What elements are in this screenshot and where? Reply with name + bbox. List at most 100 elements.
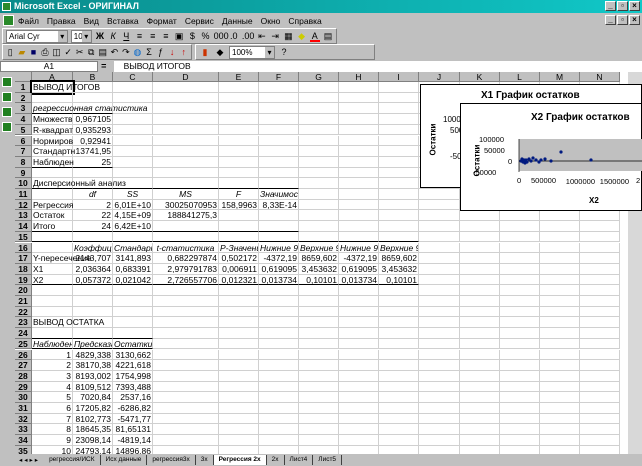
tab-scroll-buttons[interactable]: ◂◂▸▸ (15, 456, 44, 464)
cell-I27[interactable] (379, 360, 419, 371)
cell-K31[interactable] (460, 403, 500, 414)
cell-I33[interactable] (379, 424, 419, 436)
cell-N34[interactable] (580, 435, 620, 446)
cell-M25[interactable] (540, 338, 580, 350)
cell-A5[interactable]: R-квадрат (32, 124, 73, 136)
column-header[interactable]: N (580, 72, 620, 82)
cell-F7[interactable] (259, 146, 299, 157)
column-header[interactable]: L (500, 72, 540, 82)
cell-K15[interactable] (460, 231, 500, 243)
cell-N19[interactable] (580, 274, 620, 286)
cell-N17[interactable] (580, 253, 620, 264)
cell-H35[interactable] (339, 445, 379, 454)
cell-C23[interactable] (113, 317, 153, 329)
cell-G15[interactable] (299, 231, 339, 243)
cell-I13[interactable] (379, 210, 419, 222)
cell-E20[interactable] (219, 285, 259, 296)
currency-icon[interactable]: $ (187, 30, 197, 42)
cell-D31[interactable] (153, 403, 219, 414)
cell-J33[interactable] (419, 424, 460, 436)
cell-K23[interactable] (460, 317, 500, 329)
cell-H23[interactable] (339, 317, 379, 329)
cell-C29[interactable]: 7393,488 (113, 381, 153, 393)
cell-C10[interactable] (113, 178, 153, 189)
borders-icon[interactable]: ▦ (283, 30, 293, 42)
cell-H16[interactable]: Нижние 95,0% (339, 242, 379, 254)
cell-C16[interactable]: Стандартная ошибка (113, 242, 153, 254)
row-header[interactable]: 6 (15, 135, 32, 147)
cell-H32[interactable] (339, 413, 379, 425)
cell-E6[interactable] (219, 135, 259, 147)
cell-H24[interactable] (339, 328, 379, 339)
cell-H7[interactable] (339, 146, 379, 157)
cell-B6[interactable]: 0,92941 (73, 135, 113, 147)
cell-N35[interactable] (580, 445, 620, 454)
cell-I11[interactable] (379, 189, 419, 200)
cell-F1[interactable] (259, 82, 299, 93)
cell-B7[interactable]: 13741,95 (73, 146, 113, 157)
cell-I32[interactable] (379, 413, 419, 425)
cell-C9[interactable] (113, 167, 153, 179)
cell-H11[interactable] (339, 189, 379, 200)
row-header[interactable]: 27 (15, 360, 32, 371)
tool-icon[interactable] (2, 107, 12, 117)
row-header[interactable]: 35 (15, 445, 32, 454)
cell-E35[interactable] (219, 445, 259, 454)
cell-E9[interactable] (219, 167, 259, 179)
cell-A21[interactable] (32, 296, 73, 307)
cell-F34[interactable] (259, 435, 299, 446)
cell-B9[interactable] (73, 167, 113, 179)
cell-G1[interactable] (299, 82, 339, 93)
cell-D9[interactable] (153, 167, 219, 179)
cell-D28[interactable] (153, 370, 219, 382)
cell-F3[interactable] (259, 103, 299, 115)
cell-J19[interactable] (419, 274, 460, 286)
cell-E8[interactable] (219, 156, 259, 168)
cell-G27[interactable] (299, 360, 339, 371)
cell-D22[interactable] (153, 306, 219, 318)
cell-B17[interactable]: 2143,707 (73, 253, 113, 264)
cell-B3[interactable] (73, 103, 113, 115)
cell-C33[interactable]: 81,65131 (113, 424, 153, 436)
menu-item[interactable]: Справка (288, 16, 321, 26)
cell-D19[interactable]: 2,726557706 (153, 274, 219, 286)
cell-M14[interactable] (540, 221, 580, 232)
cell-A25[interactable]: Наблюдение (32, 338, 73, 350)
align-left-icon[interactable]: ≡ (134, 30, 144, 42)
cell-E26[interactable] (219, 349, 259, 361)
cell-F33[interactable] (259, 424, 299, 436)
cell-A9[interactable] (32, 167, 73, 179)
cell-C24[interactable] (113, 328, 153, 339)
help-icon[interactable]: ? (278, 46, 290, 58)
cell-M34[interactable] (540, 435, 580, 446)
cell-N21[interactable] (580, 296, 620, 307)
cell-N29[interactable] (580, 381, 620, 393)
cell-E5[interactable] (219, 124, 259, 136)
row-header[interactable]: 15 (15, 231, 32, 243)
cell-B16[interactable]: Коэффициенты (73, 242, 113, 254)
menu-item[interactable]: Формат (147, 16, 177, 26)
cell-D13[interactable]: 188841275,3 (153, 210, 219, 222)
row-header[interactable]: 7 (15, 146, 32, 157)
cell-G19[interactable]: 0,10101 (299, 274, 339, 286)
cell-H27[interactable] (339, 360, 379, 371)
cell-N26[interactable] (580, 349, 620, 361)
cell-I8[interactable] (379, 156, 419, 168)
cell-H15[interactable] (339, 231, 379, 243)
menu-item[interactable]: Данные (222, 16, 253, 26)
cell-J18[interactable] (419, 263, 460, 275)
cell-F6[interactable] (259, 135, 299, 147)
cell-J34[interactable] (419, 435, 460, 446)
cell-E25[interactable] (219, 338, 259, 350)
cell-C4[interactable] (113, 114, 153, 125)
font-select[interactable]: Arial Cyr (6, 29, 68, 43)
cell-G21[interactable] (299, 296, 339, 307)
cell-J13[interactable] (419, 210, 460, 222)
column-header[interactable]: A (32, 72, 73, 82)
cell-A16[interactable] (32, 242, 73, 254)
cell-G26[interactable] (299, 349, 339, 361)
cell-F28[interactable] (259, 370, 299, 382)
bold-button[interactable]: Ж (95, 30, 105, 42)
sheet-tab[interactable]: 2х (267, 455, 285, 465)
cell-F5[interactable] (259, 124, 299, 136)
